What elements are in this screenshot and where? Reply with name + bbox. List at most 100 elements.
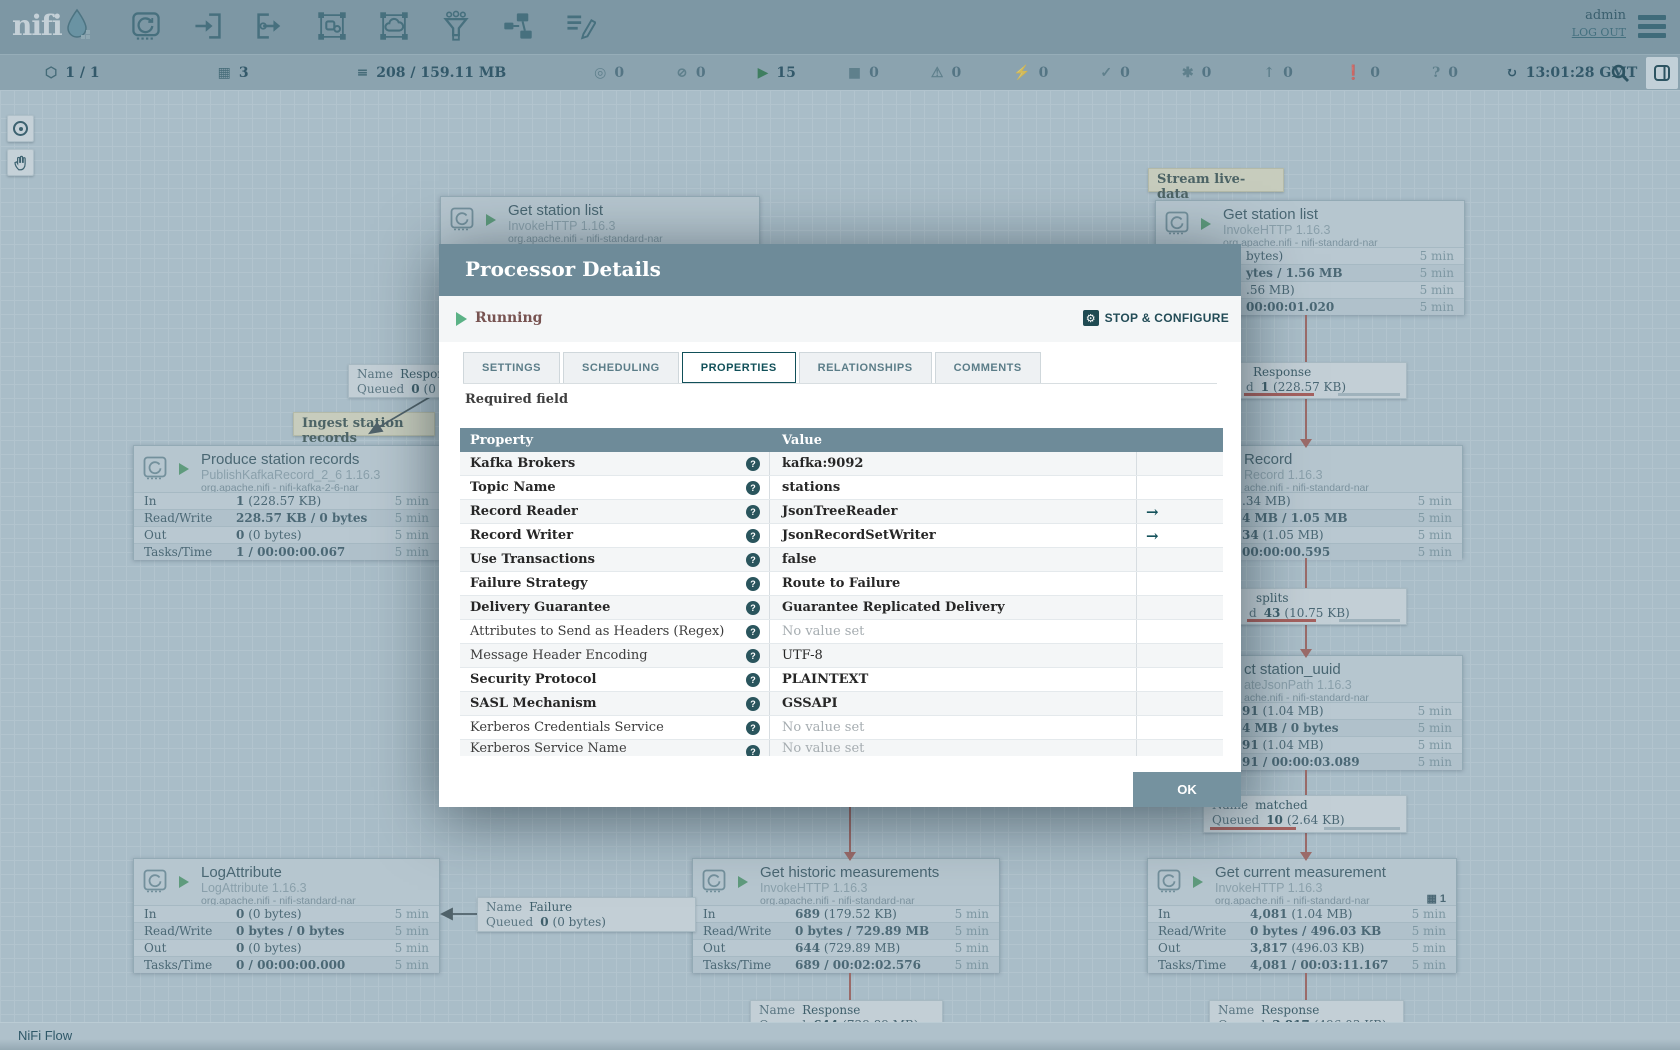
refresh-icon[interactable]: ↻ [1506,65,1518,81]
help-icon[interactable]: ? [746,528,760,543]
nifi-logo-text: nifi [12,8,63,42]
property-value[interactable]: GSSAPI [770,692,1137,715]
canvas-label-ingest-station-records[interactable]: Ingest station records [293,412,435,446]
dialog-tab[interactable]: SCHEDULING [563,352,679,383]
help-icon[interactable]: ? [746,744,760,756]
property-value[interactable]: kafka:9092 [770,452,1137,475]
property-row: Kafka Brokers ? kafka:9092 → [460,452,1223,476]
breadcrumb-bar: NiFi Flow [0,1022,1680,1050]
help-icon[interactable]: ? [746,624,760,639]
processor-chip-icon [142,455,168,486]
dialog-title: Processor Details [465,257,661,281]
processor-icon[interactable] [128,8,164,44]
processor-name: Record [1244,451,1293,468]
breadcrumb[interactable]: NiFi Flow [18,1028,72,1043]
connection-splits[interactable]: splits d 43 (10.75 KB) [1240,588,1407,625]
dialog-tab[interactable]: SETTINGS [463,352,561,383]
processor-chip-icon [701,868,727,899]
connection-response-live[interactable]: Response d 1 (228.57 KB) [1237,362,1407,399]
processor-stat-row: Read/Write 228.57 KB / 0 bytes 5 min [134,509,439,526]
status-count: ▶ 15 [757,64,796,81]
goto-service-icon[interactable]: → [1137,524,1223,547]
processor-stat-row: 91 (1.04 MB) 5 min [1238,702,1462,719]
processor-name: ct station_uuid [1244,661,1341,678]
status-count: ❗ 0 [1344,64,1381,81]
logout-link[interactable]: LOG OUT [1572,26,1626,39]
processor-record-occluded[interactable]: Record Record 1.16.3 ache.nifi - nifi-st… [1237,445,1463,560]
help-icon[interactable]: ? [746,720,760,735]
help-icon[interactable]: ? [746,648,760,663]
global-menu-icon[interactable] [1638,15,1666,42]
pan-hand-button[interactable] [7,149,34,176]
search-icon[interactable] [1610,63,1630,87]
processor-type: PublishKafkaRecord_2_6 1.16.3 [201,468,381,482]
processor-stat-row: In 1 (228.57 KB) 5 min [134,492,439,509]
processor-chip-icon [1164,210,1190,241]
birdseye-button[interactable] [7,115,34,142]
output-port-icon[interactable] [252,8,288,44]
dialog-tab[interactable]: RELATIONSHIPS [798,352,932,383]
processor-logattribute[interactable]: LogAttribute LogAttribute 1.16.3 org.apa… [133,858,440,973]
processor-stat-row: Out 0 (0 bytes) 5 min [134,939,439,956]
total-queued: ≡ 208 / 159.11 MB [356,64,507,81]
remote-process-group-icon[interactable] [376,8,412,44]
birdseye-icon [13,121,28,136]
help-icon[interactable]: ? [746,456,760,471]
running-icon [486,214,496,226]
stop-and-configure-button[interactable]: ⚙ STOP & CONFIGURE [1082,310,1229,326]
status-count: ⚡ 0 [1013,64,1049,81]
properties-table: Property Value Kafka Brokers ? kafka:909… [460,428,1223,756]
property-value[interactable]: No value set [770,716,1137,739]
processor-get-historic-measurements[interactable]: Get historic measurements InvokeHTTP 1.1… [692,858,1000,973]
goto-service-icon[interactable]: → [1137,500,1223,523]
hide-palette-button[interactable] [1646,57,1678,89]
funnel-icon[interactable] [438,8,474,44]
canvas-label-stream-live-data[interactable]: Stream live-data [1148,168,1284,202]
dialog-tab[interactable]: PROPERTIES [681,352,796,383]
property-row: Record Reader ? JsonTreeReader → [460,500,1223,524]
processor-stat-row: Tasks/Time 689 / 00:02:02.576 5 min [693,956,999,973]
nifi-logo: nifi [12,8,94,42]
processor-extract-station-uuid-occluded[interactable]: ct station_uuid ateJsonPath 1.16.3 ache.… [1237,655,1463,770]
property-name: Failure Strategy ? [460,572,770,595]
property-value[interactable]: PLAINTEXT [770,668,1137,691]
help-icon[interactable]: ? [746,504,760,519]
help-icon[interactable]: ? [746,576,760,591]
dialog-tabs: SETTINGS SCHEDULING PROPERTIES RELATIONSHIP… [463,352,1217,384]
property-name: Delivery Guarantee ? [460,596,770,619]
property-value[interactable]: No value set [770,620,1137,643]
processor-stat-row: .34 MB) 5 min [1238,492,1462,509]
processor-produce-station-records[interactable]: Produce station records PublishKafkaReco… [133,445,440,560]
process-group-icon[interactable] [314,8,350,44]
template-icon[interactable] [500,8,536,44]
running-icon [179,463,189,475]
status-count: ⚠ 0 [930,64,962,81]
label-icon[interactable] [562,8,598,44]
help-icon[interactable]: ? [746,600,760,615]
ok-button[interactable]: OK [1133,772,1241,807]
run-state: Running [475,310,543,326]
property-name: Use Transactions ? [460,548,770,571]
flow-status-bar: ⬡ 1 / 1 ▦ 3 ≡ 208 / 159.11 MB ◎ 0 ⊘ 0 ▶ … [0,54,1680,90]
property-value[interactable]: stations [770,476,1137,499]
property-value[interactable]: Route to Failure [770,572,1137,595]
property-value[interactable]: Guarantee Replicated Delivery [770,596,1137,619]
help-icon[interactable]: ? [746,696,760,711]
property-row: Use Transactions ? false → [460,548,1223,572]
property-value[interactable]: UTF-8 [770,644,1137,667]
processor-stat-row: Out 3,817 (496.03 KB) 5 min [1148,939,1456,956]
property-value[interactable]: No value set [770,740,1137,756]
help-icon[interactable]: ? [746,480,760,495]
processor-type: InvokeHTTP 1.16.3 [1223,223,1331,237]
status-count: ◎ 0 [594,64,625,81]
property-value[interactable]: JsonRecordSetWriter [770,524,1137,547]
property-value[interactable]: JsonTreeReader [770,500,1137,523]
help-icon[interactable]: ? [746,672,760,687]
connection-failure[interactable]: Name Failure Queued 0 (0 bytes) [477,897,696,932]
processor-get-current-measurement[interactable]: Get current measurement InvokeHTTP 1.16.… [1147,858,1457,973]
help-icon[interactable]: ? [746,552,760,567]
property-value[interactable]: false [770,548,1137,571]
dialog-tab[interactable]: COMMENTS [934,352,1041,383]
property-name: Kerberos Service Name ? [460,740,770,756]
input-port-icon[interactable] [190,8,226,44]
